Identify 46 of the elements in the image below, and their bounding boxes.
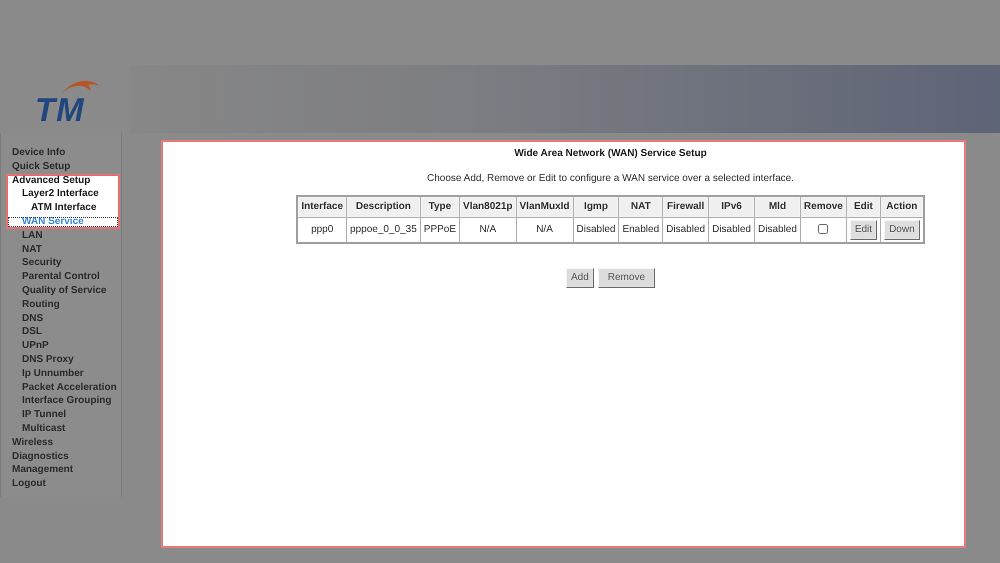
sidebar-item[interactable]: DNS Proxy <box>6 352 120 367</box>
column-header: Type <box>420 196 460 218</box>
sidebar-item[interactable]: Routing <box>6 298 120 312</box>
form-button[interactable]: Remove <box>598 268 656 288</box>
swoosh-icon <box>60 79 100 96</box>
column-header: VlanMuxId <box>516 196 574 218</box>
sidebar-item[interactable]: Wireless <box>6 436 120 450</box>
column-header: Vlan8021p <box>460 196 516 218</box>
sidebar-item[interactable]: Quick Setup <box>6 160 120 174</box>
sidebar-item[interactable]: Layer2 Interface <box>6 187 120 202</box>
instruction-text: Choose Add, Remove or Edit to configure a WAN service over a selected interface. <box>426 172 794 185</box>
sidebar-item[interactable]: Quality of Service <box>6 284 120 298</box>
column-header: NAT <box>618 196 663 218</box>
column-header: Description <box>346 196 420 218</box>
sidebar-item[interactable]: DNS <box>6 312 120 326</box>
sidebar-item[interactable]: DSL <box>6 325 120 340</box>
form-button[interactable]: Add <box>566 268 594 288</box>
sidebar-item[interactable]: Packet Acceleration <box>6 380 120 394</box>
column-header: Firewall <box>662 196 709 218</box>
sidebar-item[interactable]: Advanced Setup <box>6 174 120 188</box>
column-header: Interface <box>297 196 347 218</box>
logo-text: TM <box>35 93 85 126</box>
sidebar-item[interactable]: Multicast <box>6 422 120 436</box>
row-action-button[interactable]: Down <box>884 220 920 240</box>
sidebar-item[interactable]: Logout <box>6 477 120 491</box>
sidebar-item[interactable]: Security <box>6 256 120 270</box>
remove-checkbox[interactable] <box>818 224 828 234</box>
sidebar-item[interactable]: Interface Grouping <box>6 394 120 408</box>
sidebar-item[interactable]: Ip Unnumber <box>6 366 120 381</box>
column-header: Mld <box>754 196 800 218</box>
sidebar-item[interactable]: LAN <box>6 228 120 243</box>
sidebar-item[interactable]: ATM Interface <box>6 201 120 215</box>
column-header: Igmp <box>573 196 619 218</box>
column-header: Action <box>880 196 924 218</box>
page-title: Wide Area Network (WAN) Service Setup <box>514 147 707 160</box>
sidebar-item[interactable]: IP Tunnel <box>6 408 120 422</box>
sidebar-item[interactable]: Management <box>6 463 120 478</box>
column-header: IPv6 <box>708 196 754 218</box>
sidebar-item[interactable]: Diagnostics <box>6 450 120 464</box>
sidebar-item[interactable]: Parental Control <box>6 270 120 284</box>
row-action-button[interactable]: Edit <box>850 220 878 240</box>
column-header: Edit <box>846 196 881 218</box>
column-header: Remove <box>800 196 846 218</box>
sidebar-item[interactable]: NAT <box>6 242 120 256</box>
sidebar-item[interactable]: Device Info <box>6 146 120 160</box>
sidebar-item[interactable]: UPnP <box>6 339 120 353</box>
